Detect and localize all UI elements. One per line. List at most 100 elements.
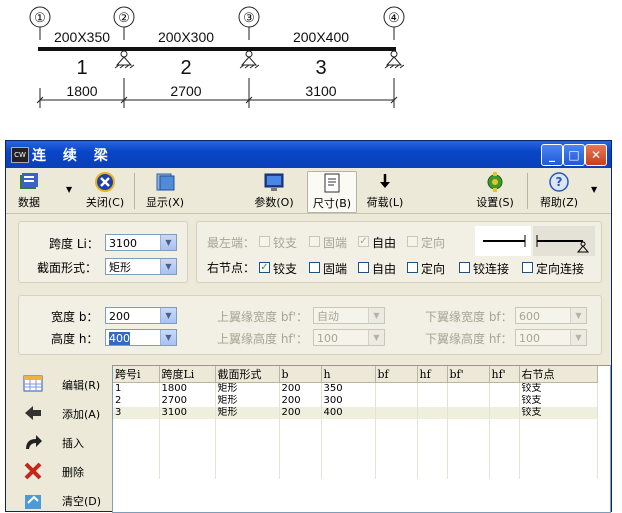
load-button[interactable]: 荷载(L) [362,171,408,211]
directional-connection-checkbox[interactable] [522,262,533,273]
table-row[interactable]: 2 2700 矩形 200 300 铰支 [113,395,598,407]
help-dropdown-arrow[interactable]: ▼ [591,185,597,194]
column-header[interactable]: 跨度Li [159,366,216,383]
add-button[interactable]: 添加(A) [18,400,110,426]
table-cell[interactable]: 200 [279,407,322,419]
column-header[interactable]: hf' [489,366,520,383]
table-cell[interactable] [489,395,520,407]
left-hinge-label: 铰支 [273,236,298,250]
table-row [113,419,598,431]
insert-button[interactable]: 插入 [18,429,110,455]
span-combo[interactable]: 3100 ▼ [105,234,177,251]
lower-flange-width-combo[interactable]: 600 ▼ [515,307,587,324]
table-cell[interactable] [447,407,490,419]
table-cell[interactable] [447,395,490,407]
table-cell[interactable]: 矩形 [215,407,280,419]
minimize-button[interactable]: _ [541,144,563,166]
table-cell[interactable] [489,407,520,419]
close-button[interactable]: 关闭(C) [82,171,128,211]
table-cell[interactable]: 200 [279,382,322,395]
maximize-button[interactable]: □ [563,144,585,166]
right-free-checkbox[interactable] [358,262,369,273]
close-window-button[interactable]: ✕ [585,144,607,166]
help-button[interactable]: ? 帮助(Z) [534,171,584,211]
table-row[interactable]: 1 1800 矩形 200 350 铰支 [113,382,598,395]
table-cell[interactable]: 铰支 [519,382,598,395]
node-label-4: ④ [388,10,400,25]
span-table[interactable]: 跨号i 跨度Li 截面形式 b h bf hf bf' hf' 右节点 1 18… [112,365,611,513]
column-header[interactable]: 右节点 [519,366,598,383]
right-free-label: 自由 [372,262,397,276]
table-cell[interactable]: 1800 [159,382,216,395]
table-cell[interactable]: 矩形 [215,395,280,407]
settings-button[interactable]: 设置(S) [472,171,518,211]
column-header[interactable]: bf [375,366,418,383]
section-type-combo[interactable]: 矩形 ▼ [105,258,177,275]
height-combo[interactable]: 400 ▼ [105,329,177,346]
table-cell[interactable] [417,407,448,419]
column-header[interactable]: h [321,366,376,383]
upper-flange-width-combo[interactable]: 自动 ▼ [313,307,385,324]
left-directional-checkbox[interactable] [407,236,418,247]
lower-flange-height-label: 下翼缘高度 hf： [425,332,513,346]
table-cell[interactable] [375,407,418,419]
table-cell[interactable]: 铰支 [519,395,598,407]
table-cell[interactable]: 400 [321,407,376,419]
table-cell[interactable]: 200 [279,395,322,407]
table-cell[interactable]: 3100 [159,407,216,419]
hinge-connection-checkbox[interactable] [459,262,470,273]
display-icon [156,173,175,191]
column-header[interactable]: bf' [447,366,490,383]
left-fixed-checkbox[interactable] [309,236,320,247]
width-combo[interactable]: 200 ▼ [105,307,177,324]
column-header[interactable]: hf [417,366,448,383]
table-cell[interactable] [375,382,418,395]
table-edit-icon [23,375,43,392]
left-free-checkbox[interactable]: ✓ [358,236,369,247]
title-bar[interactable]: CW 连 续 梁 _ □ ✕ [6,141,611,168]
table-row [113,431,598,443]
arrow-left-icon [25,406,41,420]
table-cell[interactable] [489,382,520,395]
section-type-label: 截面形式： [37,261,98,275]
data-button[interactable]: 数据 [12,171,46,211]
table-cell[interactable]: 铰支 [519,407,598,419]
support-preview-icon [475,226,595,256]
column-header[interactable]: 跨号i [113,366,160,383]
table-cell[interactable] [447,382,490,395]
column-header[interactable]: b [279,366,322,383]
right-directional-checkbox[interactable] [407,262,418,273]
table-cell[interactable]: 2 [113,395,160,407]
data-dropdown-arrow[interactable]: ▼ [66,185,72,194]
size-button[interactable]: 尺寸(B) [307,171,357,213]
lower-flange-height-combo[interactable]: 100 ▼ [515,329,587,346]
help-icon: ? [549,172,569,192]
table-cell[interactable]: 3 [113,407,160,419]
hinge-support-4 [384,50,405,69]
hinge-support-2 [114,50,135,69]
left-hinge-checkbox[interactable] [259,236,270,247]
right-hinge-checkbox[interactable]: ✓ [259,262,270,273]
node-marker-2: ② [113,6,135,28]
table-row[interactable]: 3 3100 矩形 200 400 铰支 [113,407,598,419]
params-button[interactable]: 参数(O) [251,171,297,211]
upper-flange-height-combo[interactable]: 100 ▼ [313,329,385,346]
edit-button[interactable]: 编辑(R) [18,371,110,397]
table-cell[interactable]: 矩形 [215,382,280,395]
right-fixed-checkbox[interactable] [309,262,320,273]
table-cell[interactable] [417,395,448,407]
table-cell[interactable]: 1 [113,382,160,395]
table-cell[interactable] [417,382,448,395]
node-marker-3: ③ [238,6,260,28]
right-node-label: 右节点： [207,261,256,275]
table-cell[interactable]: 2700 [159,395,216,407]
clear-button[interactable]: 清空(D) [18,487,110,513]
table-cell[interactable] [375,395,418,407]
delete-button[interactable]: 删除 [18,458,110,484]
column-header[interactable]: 截面形式 [215,366,280,383]
chevron-down-icon: ▼ [570,308,586,323]
table-cell[interactable]: 350 [321,382,376,395]
table-cell[interactable]: 300 [321,395,376,407]
chevron-down-icon: ▼ [570,330,586,345]
display-button[interactable]: 显示(X) [142,171,188,211]
